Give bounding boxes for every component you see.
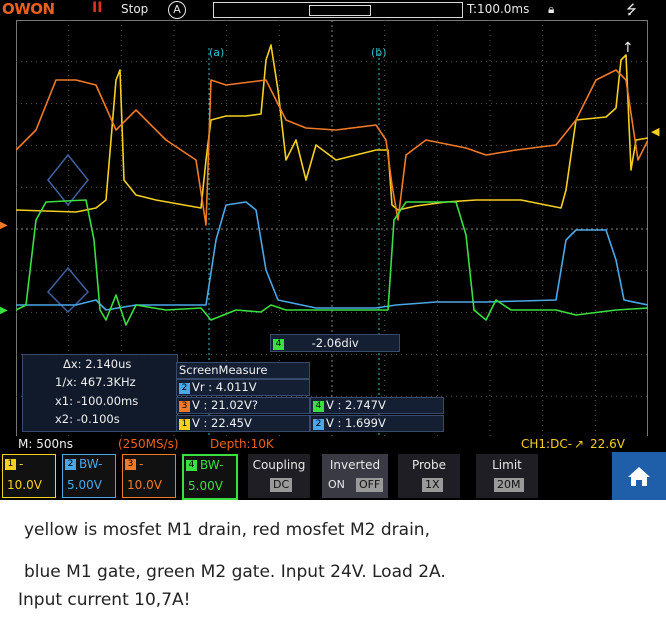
measure-row: 1V : 22.45V — [176, 415, 310, 432]
trigger-source: CH1:DC- — [521, 437, 573, 451]
oscilloscope-screenshot: OWON II Stop A T:100.0ms 🔒︎ ⭍ ▶ ▶ ◀ ↑ (a… — [0, 0, 666, 500]
cursor-measure-panel: Δx: 2.140us 1/x: 467.3KHz x1: -100.00ms … — [22, 354, 178, 432]
measure-row: 2V : 1.699V — [310, 415, 444, 432]
probe-button[interactable]: Probe 1X — [398, 454, 460, 498]
cursor-x2: x2: -0.100s — [55, 412, 120, 426]
timebase: M: 500ns — [18, 437, 73, 451]
brand-logo: OWON — [2, 0, 55, 18]
coupling-button[interactable]: Coupling DC — [248, 454, 310, 498]
timeline-window — [309, 5, 371, 16]
inverse-delta-x: 1/x: 467.3KHz — [55, 375, 136, 389]
home-icon — [628, 467, 650, 486]
ch1-setting[interactable]: 1 - 10.0V — [2, 454, 56, 498]
time-position: T:100.0ms — [467, 2, 530, 16]
trigger-level-marker[interactable]: ◀ — [651, 125, 659, 138]
caption-line-1: yellow is mosfet M1 drain, red mosfet M2… — [24, 520, 430, 540]
screen-measure-title: ScreenMeasure — [176, 362, 310, 379]
top-status-bar: OWON II Stop A T:100.0ms 🔒︎ ⭍ — [0, 0, 666, 20]
caption-line-3: Input current 10,7A! — [18, 590, 191, 610]
ch4-marker[interactable]: ▶ — [0, 305, 8, 316]
acquisition-status-bar: M: 500ns (250MS/s) Depth:10K CH1:DC- ↗ 2… — [0, 436, 666, 452]
up-arrow-icon: ↑ — [622, 40, 634, 56]
cursor-x1: x1: -100.00ms — [55, 394, 139, 408]
sample-rate: (250MS/s) — [118, 437, 179, 451]
cursor-a-label[interactable]: (a) — [209, 46, 224, 59]
caption-line-2: blue M1 gate, green M2 gate. Input 24V. … — [24, 562, 446, 582]
memory-depth: Depth:10K — [210, 437, 274, 451]
measure-row: 4V : 2.747V — [310, 397, 444, 414]
memory-timeline[interactable] — [213, 2, 463, 18]
ch3-setting[interactable]: 3 - 10.0V — [122, 454, 176, 498]
ch3-marker[interactable]: ▶ — [0, 220, 8, 231]
measure-row: 2 Vr : 4.011V — [176, 379, 310, 396]
bottom-menu-bar: 1 - 10.0V 2 BW- 5.00V 3 - 10.0V 4 BW- 5.… — [0, 452, 666, 500]
lock-icon: 🔒︎ — [548, 2, 555, 16]
ch2-setting[interactable]: 2 BW- 5.00V — [62, 454, 116, 498]
trigger-mode-icon[interactable]: A — [168, 1, 186, 19]
ch4-offset-box: 4 -2.06div — [270, 334, 400, 352]
inverted-button[interactable]: Inverted ON OFF — [322, 454, 388, 498]
limit-button[interactable]: Limit 20M — [476, 454, 538, 498]
run-stop-indicator[interactable]: II — [92, 0, 102, 16]
edge-icon: ↗ — [574, 437, 585, 451]
measure-row: 3V : 21.02V? — [176, 397, 310, 414]
run-state-label: Stop — [121, 2, 149, 16]
delta-x: Δx: 2.140us — [63, 357, 132, 371]
ch4-offset-value: -2.06div — [311, 336, 359, 350]
ch4-badge: 4 — [273, 339, 284, 350]
p-marker-shape — [47, 153, 89, 207]
home-button[interactable] — [612, 452, 666, 500]
cursor-b-label[interactable]: (b) — [371, 46, 387, 59]
ch4-setting[interactable]: 4 BW- 5.00V — [182, 454, 238, 500]
trigger-level: 22.6V — [590, 437, 625, 451]
screen-measure-panel: ScreenMeasure 2 Vr : 4.011V 3V : 21.02V? … — [176, 362, 444, 434]
